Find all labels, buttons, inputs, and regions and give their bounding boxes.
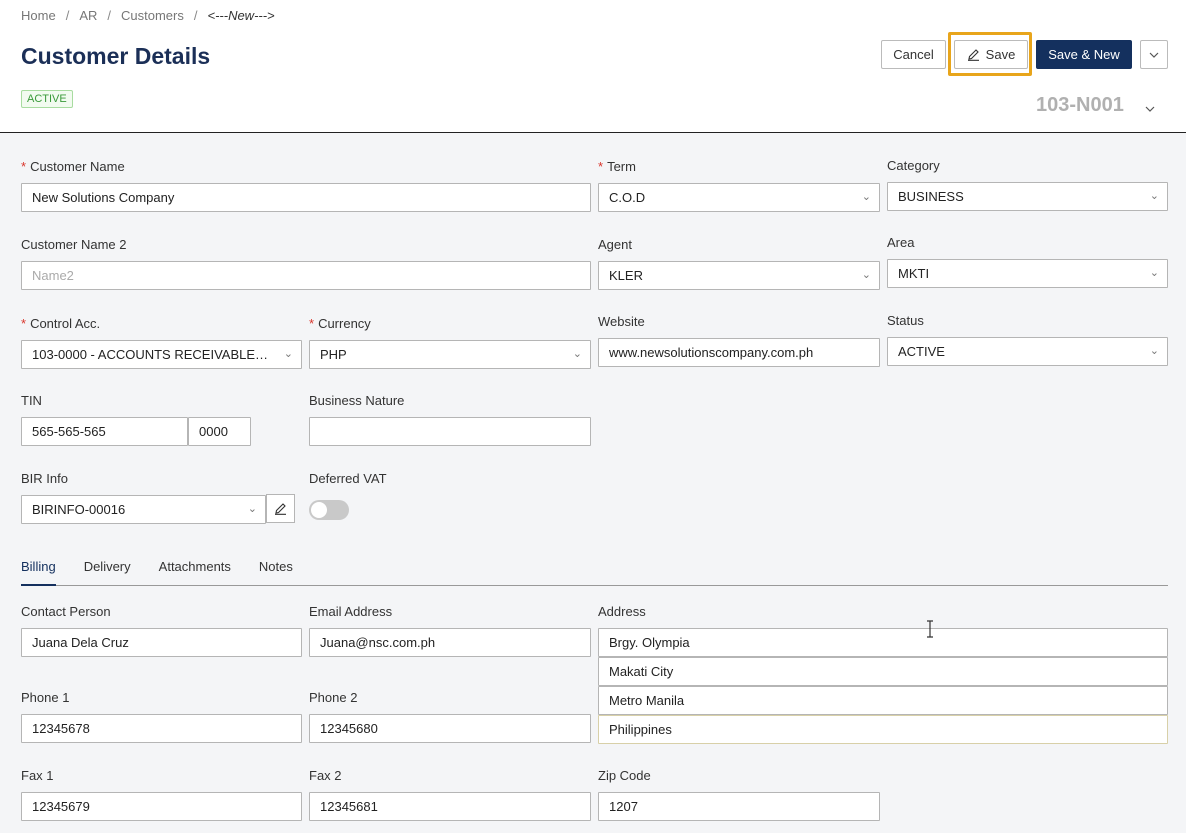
agent-select[interactable]: KLER ⌄ (598, 261, 880, 290)
control-acc-select[interactable]: 103-0000 - ACCOUNTS RECEIVABLE - TRA...⌄ (21, 340, 302, 369)
customer-name-label: * Customer Name (21, 159, 125, 174)
breadcrumb-separator: / (107, 8, 111, 23)
customer-name-input[interactable]: New Solutions Company (21, 183, 591, 212)
tab-billing[interactable]: Billing (21, 558, 56, 586)
breadcrumb-current: <---New---> (207, 8, 275, 23)
more-actions-button[interactable] (1140, 40, 1168, 69)
breadcrumb: Home / AR / Customers / <---New---> (21, 8, 275, 23)
term-select[interactable]: C.O.D ⌄ (598, 183, 880, 212)
cancel-button[interactable]: Cancel (881, 40, 946, 69)
page-header: Home / AR / Customers / <---New---> Cust… (0, 0, 1186, 133)
customer-name2-input[interactable]: Name2 (21, 261, 591, 290)
fax1-label: Fax 1 (21, 768, 54, 783)
category-select[interactable]: BUSINESS ⌄ (887, 182, 1168, 211)
fax1-input[interactable]: 12345679 (21, 792, 302, 821)
address-line1-input[interactable]: Brgy. Olympia (598, 628, 1168, 657)
page-title: Customer Details (21, 43, 211, 69)
breadcrumb-separator: / (65, 8, 70, 23)
edit-bir-info-button[interactable] (266, 494, 295, 523)
address-line3-input[interactable]: Metro Manila (598, 686, 1168, 715)
chevron-down-icon: ⌄ (572, 348, 582, 360)
currency-select[interactable]: PHP ⌄ (309, 340, 591, 369)
toggle-knob (311, 502, 327, 518)
chevron-down-icon: ⌄ (861, 269, 871, 281)
address-line4-input[interactable]: Philippines (598, 715, 1168, 744)
chevron-down-icon (1149, 52, 1159, 58)
chevron-down-icon: ⌄ (861, 191, 871, 203)
business-nature-label: Business Nature (309, 393, 405, 408)
email-label: Email Address (309, 604, 393, 619)
save-button[interactable]: Save (954, 40, 1028, 69)
status-badge: ACTIVE (21, 90, 73, 108)
tin-input[interactable]: 565-565-565 (21, 417, 188, 446)
tin-label: TIN (21, 393, 42, 408)
bir-info-select[interactable]: BIRINFO-00016 ⌄ (21, 495, 266, 524)
pencil-icon (275, 503, 286, 515)
agent-label: Agent (598, 237, 632, 252)
chevron-down-icon: ⌄ (283, 348, 293, 360)
pencil-icon (967, 49, 979, 61)
tin-branch-input[interactable]: 0000 (188, 417, 251, 446)
customer-name2-label: Customer Name 2 (21, 237, 127, 252)
category-label: Category (887, 158, 940, 173)
chevron-down-icon: ⌄ (1149, 190, 1159, 202)
fax2-input[interactable]: 12345681 (309, 792, 591, 821)
status-select[interactable]: ACTIVE ⌄ (887, 337, 1168, 366)
breadcrumb-customers[interactable]: Customers (121, 8, 184, 23)
breadcrumb-home[interactable]: Home (21, 8, 56, 23)
zip-code-input[interactable]: 1207 (598, 792, 880, 821)
detail-tabs: Billing Delivery Attachments Notes (21, 558, 1168, 586)
breadcrumb-ar[interactable]: AR (79, 8, 97, 23)
zip-code-label: Zip Code (598, 768, 651, 783)
text-cursor-icon (927, 620, 933, 638)
currency-label: * Currency (309, 316, 371, 331)
website-input[interactable]: www.newsolutionscompany.com.ph (598, 338, 880, 367)
chevron-down-icon[interactable] (1145, 106, 1155, 112)
fax2-label: Fax 2 (309, 768, 342, 783)
tab-delivery[interactable]: Delivery (84, 558, 131, 585)
address-label: Address (598, 604, 646, 619)
business-nature-input[interactable] (309, 417, 591, 446)
phone2-label: Phone 2 (309, 690, 358, 705)
status-label: Status (887, 313, 924, 328)
save-and-new-button[interactable]: Save & New (1036, 40, 1132, 69)
chevron-down-icon: ⌄ (1149, 345, 1159, 357)
chevron-down-icon: ⌄ (1149, 267, 1159, 279)
website-label: Website (598, 314, 645, 329)
contact-person-label: Contact Person (21, 604, 111, 619)
save-button-label: Save (985, 47, 1016, 62)
breadcrumb-separator: / (193, 8, 198, 23)
tab-attachments[interactable]: Attachments (159, 558, 231, 585)
phone1-input[interactable]: 12345678 (21, 714, 302, 743)
address-line2-input[interactable]: Makati City (598, 657, 1168, 686)
control-acc-label: * Control Acc. (21, 316, 101, 331)
area-label: Area (887, 235, 915, 250)
phone2-input[interactable]: 12345680 (309, 714, 591, 743)
phone1-label: Phone 1 (21, 690, 70, 705)
deferred-vat-label: Deferred VAT (309, 471, 387, 486)
term-label: * Term (598, 159, 636, 174)
contact-person-input[interactable]: Juana Dela Cruz (21, 628, 302, 657)
email-input[interactable]: Juana@nsc.com.ph (309, 628, 591, 657)
tab-notes[interactable]: Notes (259, 558, 293, 585)
bir-info-label: BIR Info (21, 471, 68, 486)
document-number: 103-N001 (1036, 94, 1124, 116)
chevron-down-icon: ⌄ (247, 503, 257, 515)
area-select[interactable]: MKTI ⌄ (887, 259, 1168, 288)
deferred-vat-toggle[interactable] (309, 500, 349, 520)
